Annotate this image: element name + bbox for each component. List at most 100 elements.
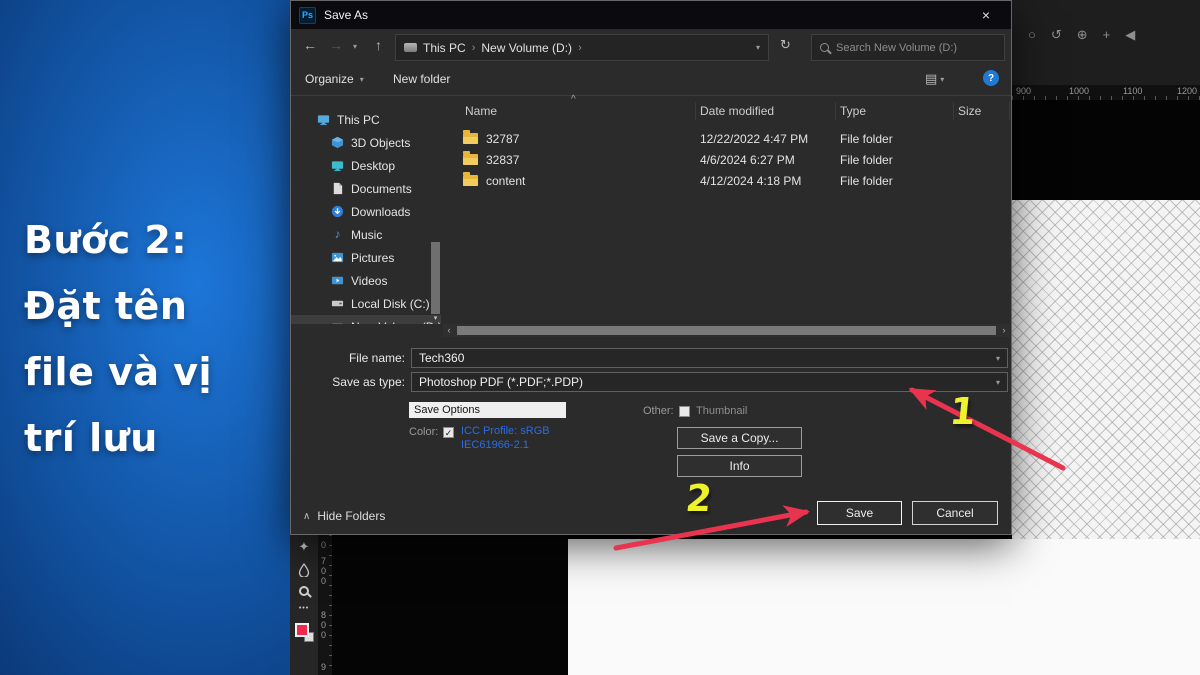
pictures-icon: [331, 251, 344, 264]
color-swatches[interactable]: [295, 623, 313, 641]
chevron-down-icon[interactable]: ▾: [996, 378, 1000, 387]
column-header-name[interactable]: Name: [443, 102, 696, 120]
hide-folders-toggle[interactable]: ∧ Hide Folders: [303, 509, 385, 523]
step-title: Bước 2:: [24, 218, 187, 262]
thumbnail-checkbox[interactable]: [679, 406, 690, 417]
this-pc-icon: [317, 113, 330, 126]
vertical-ruler: 0 7 0 0 8 0 0 9: [318, 535, 332, 675]
address-dropdown-chevron-icon[interactable]: ▾: [756, 43, 760, 52]
list-header: ^ Name Date modified Type Size: [443, 98, 1010, 124]
ps-tool-option-icon[interactable]: ○: [1028, 27, 1036, 43]
up-icon[interactable]: ↑: [375, 37, 382, 53]
new-folder-button[interactable]: New folder: [393, 72, 450, 86]
foreground-color-swatch[interactable]: [295, 623, 309, 637]
sidebar-scrollbar[interactable]: ▾: [431, 242, 440, 324]
column-header-size[interactable]: Size: [954, 102, 1010, 120]
scrollbar-thumb[interactable]: [457, 326, 996, 335]
sidebar-item-label: This PC: [337, 113, 380, 127]
breadcrumb-this-pc[interactable]: This PC: [423, 41, 466, 55]
sidebar-item-local-disk-c[interactable]: Local Disk (C:): [291, 292, 441, 315]
transparency-checkerboard: [1012, 200, 1200, 539]
column-header-type[interactable]: Type: [836, 102, 954, 120]
sidebar-item-pictures[interactable]: Pictures: [291, 246, 441, 269]
sidebar-item-label: 3D Objects: [351, 136, 410, 150]
ruler-digit: 9: [318, 662, 329, 672]
ruler-digit: 7: [318, 556, 329, 566]
file-type: File folder: [836, 174, 954, 188]
ps-rotate-icon[interactable]: ↺: [1051, 27, 1062, 43]
save-as-dialog: Ps Save As × ← → ▾ ↑ This PC › New Volum…: [290, 0, 1012, 535]
file-name-input[interactable]: [419, 351, 990, 365]
help-button[interactable]: ?: [983, 70, 999, 86]
sidebar-item-desktop[interactable]: Desktop: [291, 154, 441, 177]
scrollbar-thumb[interactable]: [431, 242, 440, 314]
breadcrumb-separator-icon[interactable]: ›: [472, 42, 476, 54]
icc-profile-checkbox[interactable]: ✓: [443, 427, 454, 438]
file-type: File folder: [836, 153, 954, 167]
videos-icon: [331, 274, 344, 287]
forward-icon[interactable]: →: [329, 37, 343, 53]
breadcrumb-separator-icon[interactable]: ›: [578, 42, 582, 54]
ps-target-icon[interactable]: ⊕: [1077, 27, 1088, 43]
scroll-down-icon[interactable]: ▾: [431, 314, 440, 324]
save-as-type-dropdown[interactable]: Photoshop PDF (*.PDF;*.PDP) ▾: [411, 372, 1008, 392]
dialog-title-bar[interactable]: Ps Save As ×: [291, 1, 1011, 29]
address-bar[interactable]: This PC › New Volume (D:) › ▾: [395, 34, 769, 61]
recent-locations-chevron-icon[interactable]: ▾: [353, 42, 357, 51]
scroll-left-icon[interactable]: ‹: [443, 324, 455, 337]
sidebar-item-downloads[interactable]: Downloads: [291, 200, 441, 223]
sidebar-item-3d-objects[interactable]: 3D Objects: [291, 131, 441, 154]
save-button[interactable]: Save: [817, 501, 902, 525]
shape-tool-icon[interactable]: ✦: [299, 540, 310, 554]
sidebar-item-this-pc[interactable]: This PC: [291, 108, 441, 131]
organize-label: Organize: [305, 72, 354, 86]
folder-icon: [463, 154, 478, 165]
dialog-content: This PC 3D Objects Desktop Documents Dow…: [291, 96, 1011, 337]
more-tools-icon[interactable]: •••: [299, 605, 309, 612]
sidebar-item-new-volume-d[interactable]: New Volume (D:): [291, 315, 441, 324]
cancel-button[interactable]: Cancel: [912, 501, 998, 525]
back-icon[interactable]: ←: [303, 37, 317, 53]
sidebar-item-documents[interactable]: Documents: [291, 177, 441, 200]
ps-plus-icon[interactable]: +: [1103, 27, 1111, 43]
view-options-button[interactable]: ▤ ▾: [925, 71, 944, 87]
navigation-pane: This PC 3D Objects Desktop Documents Dow…: [291, 96, 441, 324]
canvas-pasteboard-bottom: [332, 535, 568, 675]
zoom-tool-icon[interactable]: [299, 586, 309, 596]
close-icon[interactable]: ×: [969, 7, 1003, 23]
file-name-combobox[interactable]: ▾: [411, 348, 1008, 368]
screenshot-root: ○ ↺ ⊕ + ◀ 900 1000 1100 1200 ✦ ••• 0 7 0…: [0, 0, 1200, 675]
smudge-tool-icon[interactable]: [298, 563, 310, 577]
sidebar-item-videos[interactable]: Videos: [291, 269, 441, 292]
ruler-number: 1100: [1123, 86, 1142, 96]
search-box[interactable]: Search New Volume (D:): [811, 34, 1005, 61]
save-options-label: Save Options: [409, 402, 566, 418]
file-row[interactable]: 32837 4/6/2024 6:27 PM File folder: [443, 149, 1010, 170]
sidebar-item-label: Downloads: [351, 205, 410, 219]
folder-icon: [463, 133, 478, 144]
organize-button[interactable]: Organize ▾: [305, 72, 364, 86]
breadcrumb-new-volume[interactable]: New Volume (D:): [481, 41, 572, 55]
scroll-right-icon[interactable]: ›: [998, 324, 1010, 337]
location-icon: [404, 43, 417, 52]
column-header-date-modified[interactable]: Date modified: [696, 102, 836, 120]
ps-play-icon[interactable]: ◀: [1125, 27, 1135, 43]
chevron-down-icon[interactable]: ▾: [996, 354, 1000, 363]
refresh-icon[interactable]: ↻: [780, 37, 791, 53]
sidebar-item-label: Music: [351, 228, 382, 242]
chevron-up-icon: ∧: [303, 511, 310, 522]
file-row[interactable]: content 4/12/2024 4:18 PM File folder: [443, 170, 1010, 191]
local-disk-icon: [331, 297, 344, 310]
file-name-label: File name:: [291, 351, 405, 365]
photoshop-options-bar: ○ ↺ ⊕ + ◀: [1012, 0, 1200, 85]
other-label: Other:: [643, 405, 674, 417]
sidebar-item-music[interactable]: ♪ Music: [291, 223, 441, 246]
file-row[interactable]: 32787 12/22/2022 4:47 PM File folder: [443, 128, 1010, 149]
file-name: 32787: [486, 132, 519, 146]
info-button[interactable]: Info: [677, 455, 802, 477]
horizontal-scrollbar[interactable]: ‹ ›: [443, 324, 1010, 337]
sidebar-item-label: Pictures: [351, 251, 394, 265]
search-placeholder: Search New Volume (D:): [836, 42, 957, 54]
step-text-line: trí lưu: [24, 416, 158, 460]
save-a-copy-button[interactable]: Save a Copy...: [677, 427, 802, 449]
